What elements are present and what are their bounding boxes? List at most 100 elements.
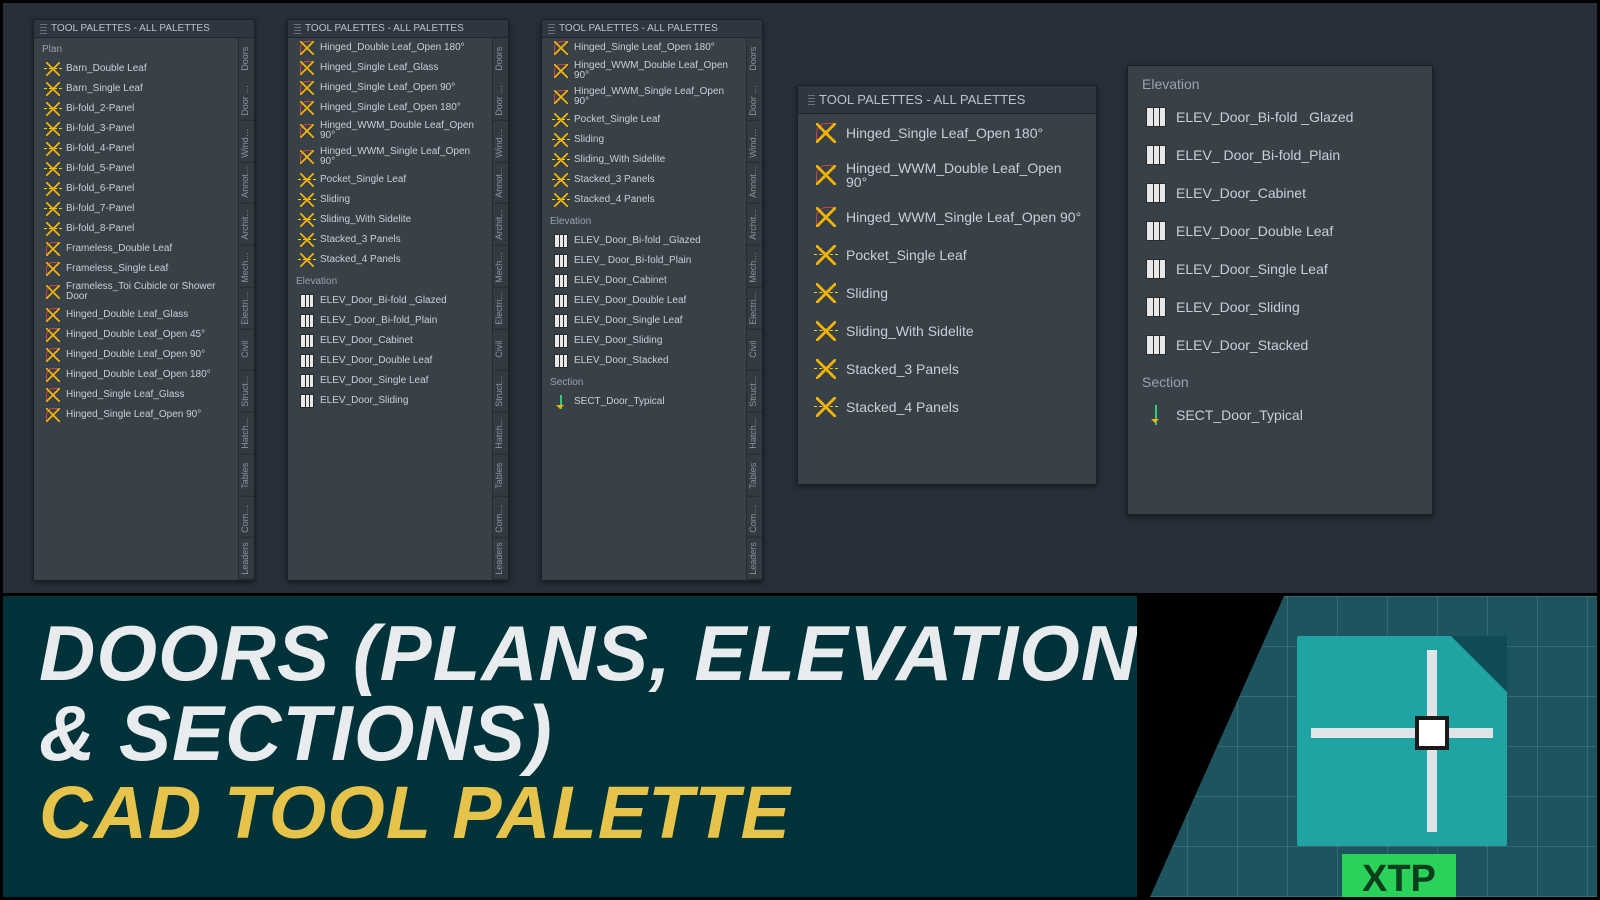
grip-icon[interactable] <box>808 95 815 105</box>
tool-item[interactable]: Hinged_Double Leaf_Open 45° <box>34 325 238 345</box>
side-tab[interactable]: Mecha... <box>239 246 254 288</box>
tool-item[interactable]: Pocket_Single Leaf <box>288 170 492 190</box>
side-tab[interactable]: Civil <box>239 329 254 371</box>
tool-item[interactable]: Bi-fold_6-Panel <box>34 179 238 199</box>
side-tab[interactable]: Electri... <box>239 288 254 330</box>
tool-item[interactable]: SECT_Door_Typical <box>542 392 746 412</box>
tool-item[interactable]: Hinged_Double Leaf_Glass <box>34 305 238 325</box>
tool-item[interactable]: Frameless_Toi Cubicle or Shower Door <box>34 279 238 305</box>
side-tab[interactable]: Doors <box>747 38 762 79</box>
tool-item[interactable]: Hinged_Single Leaf_Open 90° <box>288 78 492 98</box>
side-tab[interactable]: Leaders <box>493 538 508 580</box>
tool-item[interactable]: ELEV_Door_Sliding <box>288 391 492 411</box>
tool-item[interactable]: ELEV_Door_Cabinet <box>288 331 492 351</box>
side-tab[interactable]: Tables <box>493 455 508 497</box>
tool-item[interactable]: ELEV_Door_Double Leaf <box>1128 212 1432 250</box>
side-tab[interactable]: Leaders <box>239 538 254 580</box>
tool-item[interactable]: Stacked_3 Panels <box>798 350 1096 388</box>
side-tab[interactable]: Archit... <box>493 204 508 246</box>
side-tab[interactable]: Doors <box>239 38 254 79</box>
tool-item[interactable]: Hinged_WWM_Single Leaf_Open 90° <box>288 144 492 170</box>
tool-item[interactable]: ELEV_ Door_Bi-fold_Plain <box>1128 136 1432 174</box>
side-tab[interactable]: Civil <box>493 329 508 371</box>
side-tab[interactable]: Windo... <box>493 121 508 163</box>
tool-item[interactable]: ELEV_Door_Cabinet <box>542 271 746 291</box>
tool-item[interactable]: Barn_Single Leaf <box>34 79 238 99</box>
tool-item[interactable]: Pocket_Single Leaf <box>798 236 1096 274</box>
tool-item[interactable]: ELEV_Door_Bi-fold _Glazed <box>542 231 746 251</box>
tool-item[interactable]: ELEV_ Door_Bi-fold_Plain <box>542 251 746 271</box>
side-tab[interactable]: Electri... <box>747 288 762 330</box>
tool-item[interactable]: Sliding_With Sidelite <box>288 210 492 230</box>
tool-item[interactable]: ELEV_Door_Sliding <box>542 331 746 351</box>
tool-item[interactable]: ELEV_Door_Cabinet <box>1128 174 1432 212</box>
tool-item[interactable]: Stacked_4 Panels <box>542 190 746 210</box>
tool-item[interactable]: ELEV_Door_Single Leaf <box>288 371 492 391</box>
tool-item[interactable]: Stacked_4 Panels <box>798 388 1096 426</box>
tool-item[interactable]: ELEV_Door_Double Leaf <box>288 351 492 371</box>
grip-icon[interactable] <box>40 24 47 34</box>
palette-title-bar[interactable]: TOOL PALETTES - ALL PALETTES <box>542 20 762 38</box>
side-tab[interactable]: Hatch... <box>493 413 508 455</box>
tool-item[interactable]: Hinged_Double Leaf_Open 180° <box>288 38 492 58</box>
tool-item[interactable]: Bi-fold_4-Panel <box>34 139 238 159</box>
tool-item[interactable]: Hinged_WWM_Single Leaf_Open 90° <box>542 84 746 110</box>
side-tab[interactable]: Tables <box>239 455 254 497</box>
grip-icon[interactable] <box>294 24 301 34</box>
side-tab[interactable]: Door P... <box>747 79 762 121</box>
tool-item[interactable]: Bi-fold_5-Panel <box>34 159 238 179</box>
tool-item[interactable]: Frameless_Single Leaf <box>34 259 238 279</box>
side-tab[interactable]: Comm... <box>747 496 762 538</box>
tool-item[interactable]: ELEV_Door_Sliding <box>1128 288 1432 326</box>
tool-item[interactable]: Hinged_Single Leaf_Open 90° <box>34 405 238 425</box>
side-tab[interactable]: Struct... <box>747 371 762 413</box>
side-tab[interactable]: Mecha... <box>493 246 508 288</box>
tool-item[interactable]: ELEV_Door_Bi-fold _Glazed <box>288 291 492 311</box>
tool-item[interactable]: ELEV_Door_Stacked <box>542 351 746 371</box>
tool-item[interactable]: ELEV_Door_Stacked <box>1128 326 1432 364</box>
palette-title-bar[interactable]: TOOL PALETTES - ALL PALETTES <box>34 20 254 38</box>
tool-item[interactable]: Hinged_Double Leaf_Open 180° <box>34 365 238 385</box>
tool-item[interactable]: Sliding <box>798 274 1096 312</box>
tool-item[interactable]: Barn_Double Leaf <box>34 59 238 79</box>
tool-item[interactable]: Stacked_4 Panels <box>288 250 492 270</box>
tool-item[interactable]: Hinged_Double Leaf_Open 90° <box>34 345 238 365</box>
side-tab[interactable]: Windo... <box>747 121 762 163</box>
tool-item[interactable]: Bi-fold_7-Panel <box>34 199 238 219</box>
tool-item[interactable]: Hinged_WWM_Double Leaf_Open 90° <box>542 58 746 84</box>
tool-item[interactable]: Hinged_Single Leaf_Open 180° <box>542 38 746 58</box>
tool-item[interactable]: Bi-fold_2-Panel <box>34 99 238 119</box>
tool-item[interactable]: SECT_Door_Typical <box>1128 396 1432 434</box>
palette-title-bar[interactable]: TOOL PALETTES - ALL PALETTES <box>288 20 508 38</box>
side-tab[interactable]: Comm... <box>239 496 254 538</box>
tool-item[interactable]: ELEV_Door_Double Leaf <box>542 291 746 311</box>
side-tab[interactable]: Annot... <box>747 162 762 204</box>
side-tab[interactable]: Civil <box>747 329 762 371</box>
side-tab[interactable]: Doors <box>493 38 508 79</box>
grip-icon[interactable] <box>548 24 555 34</box>
tool-item[interactable]: Hinged_Single Leaf_Open 180° <box>798 114 1096 152</box>
tool-item[interactable]: Hinged_WWM_Double Leaf_Open 90° <box>798 152 1096 198</box>
side-tab[interactable]: Leaders <box>747 538 762 580</box>
palette-title-bar[interactable]: TOOL PALETTES - ALL PALETTES <box>798 86 1096 114</box>
tool-item[interactable]: Pocket_Single Leaf <box>542 110 746 130</box>
tool-item[interactable]: Hinged_WWM_Double Leaf_Open 90° <box>288 118 492 144</box>
side-tab[interactable]: Struct... <box>493 371 508 413</box>
tool-item[interactable]: Stacked_3 Panels <box>288 230 492 250</box>
tool-item[interactable]: Hinged_Single Leaf_Glass <box>288 58 492 78</box>
side-tab[interactable]: Annot... <box>239 162 254 204</box>
side-tab[interactable]: Archit... <box>239 204 254 246</box>
tool-item[interactable]: Bi-fold_3-Panel <box>34 119 238 139</box>
tool-item[interactable]: Bi-fold_8-Panel <box>34 219 238 239</box>
tool-item[interactable]: Frameless_Double Leaf <box>34 239 238 259</box>
side-tab[interactable]: Windo... <box>239 121 254 163</box>
side-tab[interactable]: Comm... <box>493 496 508 538</box>
tool-item[interactable]: Hinged_WWM_Single Leaf_Open 90° <box>798 198 1096 236</box>
tool-item[interactable]: Hinged_Single Leaf_Glass <box>34 385 238 405</box>
tool-item[interactable]: Sliding_With Sidelite <box>798 312 1096 350</box>
side-tab[interactable]: Archit... <box>747 204 762 246</box>
side-tab[interactable]: Mecha... <box>747 246 762 288</box>
side-tab[interactable]: Struct... <box>239 371 254 413</box>
side-tab[interactable]: Tables <box>747 455 762 497</box>
side-tab[interactable]: Electri... <box>493 288 508 330</box>
